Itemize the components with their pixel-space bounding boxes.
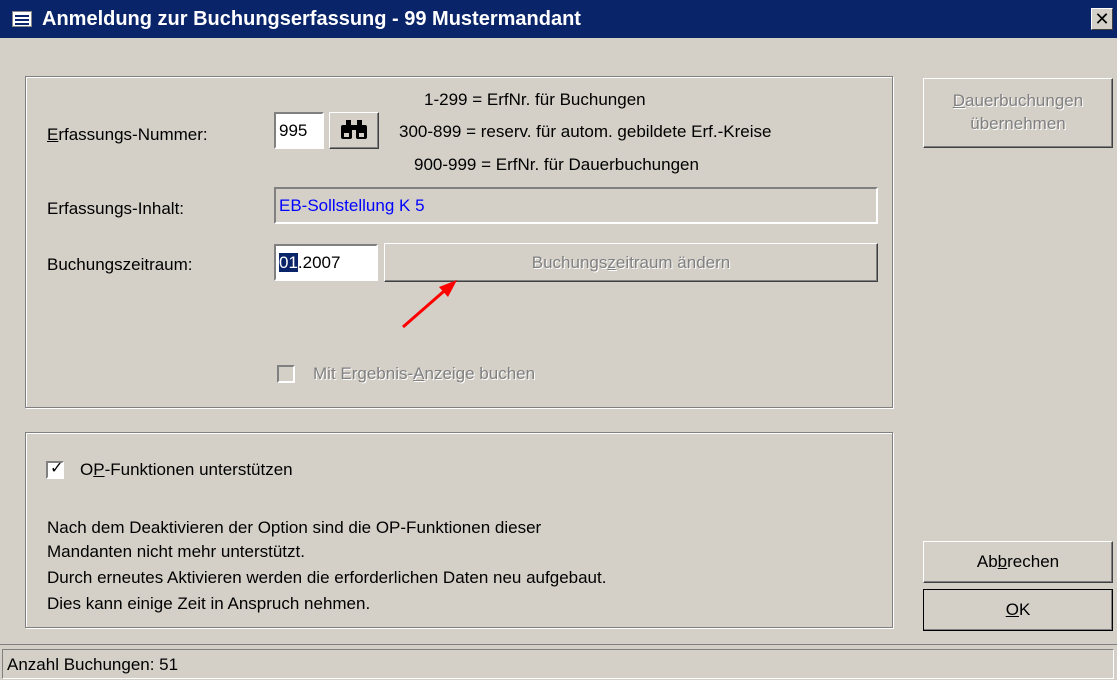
buchungszeitraum-input[interactable]: 01.2007 <box>274 244 378 281</box>
title-bar: Anmeldung zur Buchungserfassung - 99 Mus… <box>0 0 1117 38</box>
op-desc-line-1: Nach dem Deaktivieren der Option sind di… <box>47 518 542 537</box>
ergebnis-anzeige-checkbox[interactable] <box>277 365 295 383</box>
info-line-1: 1-299 = ErfNr. für Buchungen <box>424 90 646 109</box>
anzahl-buchungen-text: Anzahl Buchungen: 51 <box>7 655 179 674</box>
window-title: Anmeldung zur Buchungserfassung - 99 Mus… <box>42 8 581 30</box>
close-button[interactable]: ✕ <box>1091 8 1113 30</box>
month-selection: 01 <box>279 253 298 272</box>
ergebnis-anzeige-label: Mit Ergebnis-Anzeige buchen <box>313 364 536 383</box>
search-button[interactable] <box>329 112 379 149</box>
status-panel: Anzahl Buchungen: 51 <box>2 649 1114 679</box>
erfassungs-inhalt-label: Erfassungs-Inhalt: <box>47 199 185 218</box>
op-desc-line-3: Durch erneutes Aktivieren werden die erf… <box>47 568 607 587</box>
erfassungs-nummer-label: Erfassungs-Nummer: <box>47 125 208 144</box>
app-window-icon <box>12 11 32 27</box>
year-text: .2007 <box>297 253 341 272</box>
dauerbuchungen-uebernehmen-button[interactable]: Dauerbuchungen übernehmen <box>923 78 1113 148</box>
op-desc-line-2: Mandanten nicht mehr unterstützt. <box>47 542 305 561</box>
op-funktionen-checkbox[interactable]: ✓ <box>46 460 64 479</box>
binoculars-icon <box>341 120 367 139</box>
annotation-arrow <box>402 280 457 329</box>
ok-button[interactable]: OK <box>923 589 1113 631</box>
checkmark-icon: ✓ <box>50 460 64 477</box>
info-line-3: 900-999 = ErfNr. für Dauerbuchungen <box>414 155 699 174</box>
op-desc-line-4: Dies kann einige Zeit in Anspruch nehmen… <box>47 594 371 613</box>
info-line-2: 300-899 = reserv. für autom. gebildete E… <box>399 122 772 141</box>
buchungszeitraum-label: Buchungszeitraum: <box>47 255 193 274</box>
status-bar: Anzahl Buchungen: 51 <box>0 644 1117 680</box>
abbrechen-button[interactable]: Abrechenbrechen <box>923 541 1113 583</box>
erfassungs-nummer-input[interactable]: 995 <box>274 112 324 149</box>
op-funktionen-label: OP-Funktionen unterstützen <box>80 460 293 479</box>
erfassungs-inhalt-field: EB-Sollstellung K 5 <box>274 187 878 224</box>
